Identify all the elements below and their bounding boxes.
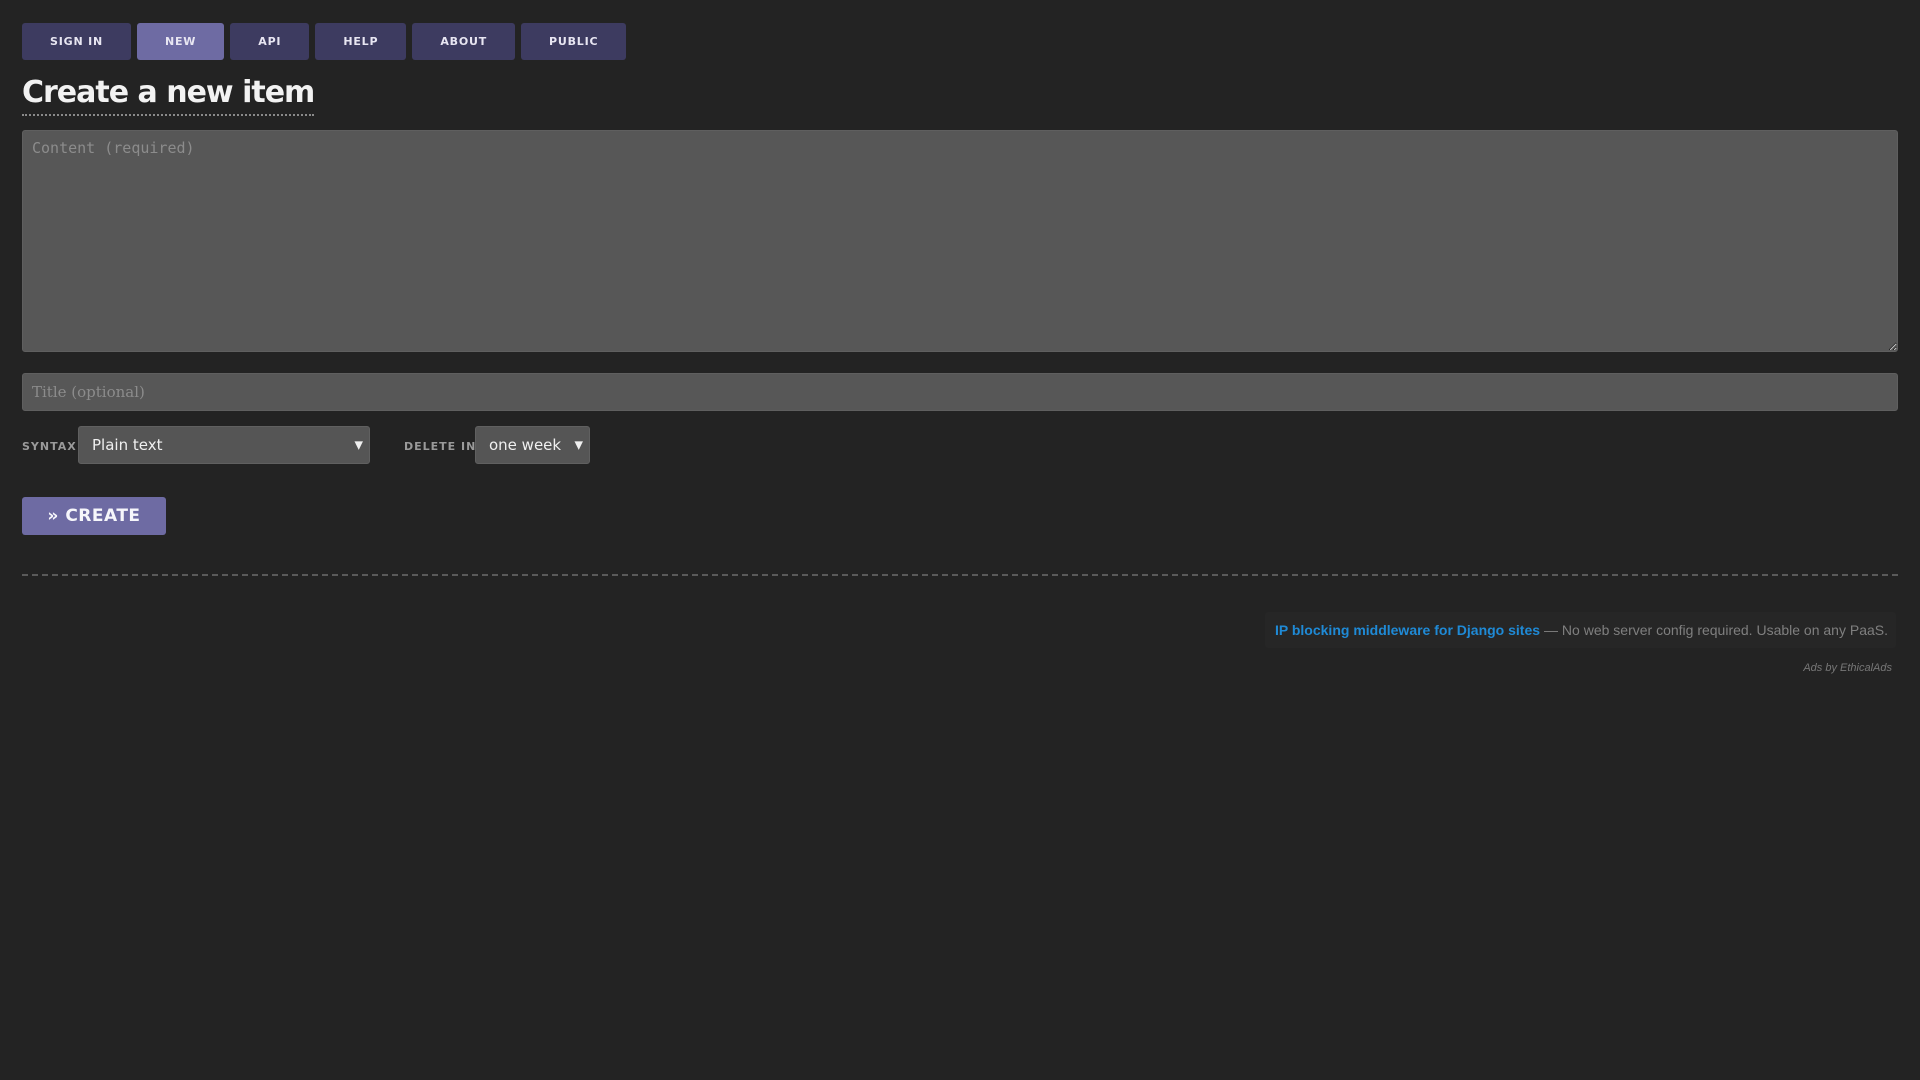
chevron-down-icon: ▼ xyxy=(354,438,363,452)
ad-box: IP blocking middleware for Django sites … xyxy=(1265,612,1896,648)
nav-public-button[interactable]: PUBLIC xyxy=(521,23,627,60)
syntax-select-value: Plain text xyxy=(92,436,163,454)
delete-in-select[interactable]: one week ▼ xyxy=(475,426,590,464)
nav-new-button[interactable]: NEW xyxy=(136,23,225,60)
create-button[interactable]: » CREATE xyxy=(22,497,166,535)
nav-about-button[interactable]: ABOUT xyxy=(412,23,516,60)
nav-api-button[interactable]: API xyxy=(230,23,310,60)
delete-in-select-value: one week xyxy=(489,436,562,454)
nav-sign-in-button[interactable]: SIGN IN xyxy=(22,23,131,60)
top-nav: SIGN IN NEW API HELP ABOUT PUBLIC xyxy=(22,23,627,60)
nav-help-button[interactable]: HELP xyxy=(315,23,407,60)
chevron-down-icon: ▼ xyxy=(574,438,583,452)
syntax-label: SYNTAX xyxy=(22,440,77,453)
page: SIGN IN NEW API HELP ABOUT PUBLIC Create… xyxy=(0,0,1920,1080)
page-title: Create a new item xyxy=(22,74,315,116)
content-textarea[interactable] xyxy=(22,130,1898,352)
title-input[interactable] xyxy=(22,373,1898,411)
syntax-select[interactable]: Plain text ▼ xyxy=(78,426,370,464)
ad-credit-link[interactable]: Ads by EthicalAds xyxy=(1803,662,1892,674)
delete-in-label: DELETE IN xyxy=(404,440,477,453)
ad-description: — No web server config required. Usable … xyxy=(1544,622,1888,638)
ad-link[interactable]: IP blocking middleware for Django sites xyxy=(1275,622,1540,638)
divider xyxy=(22,574,1898,576)
